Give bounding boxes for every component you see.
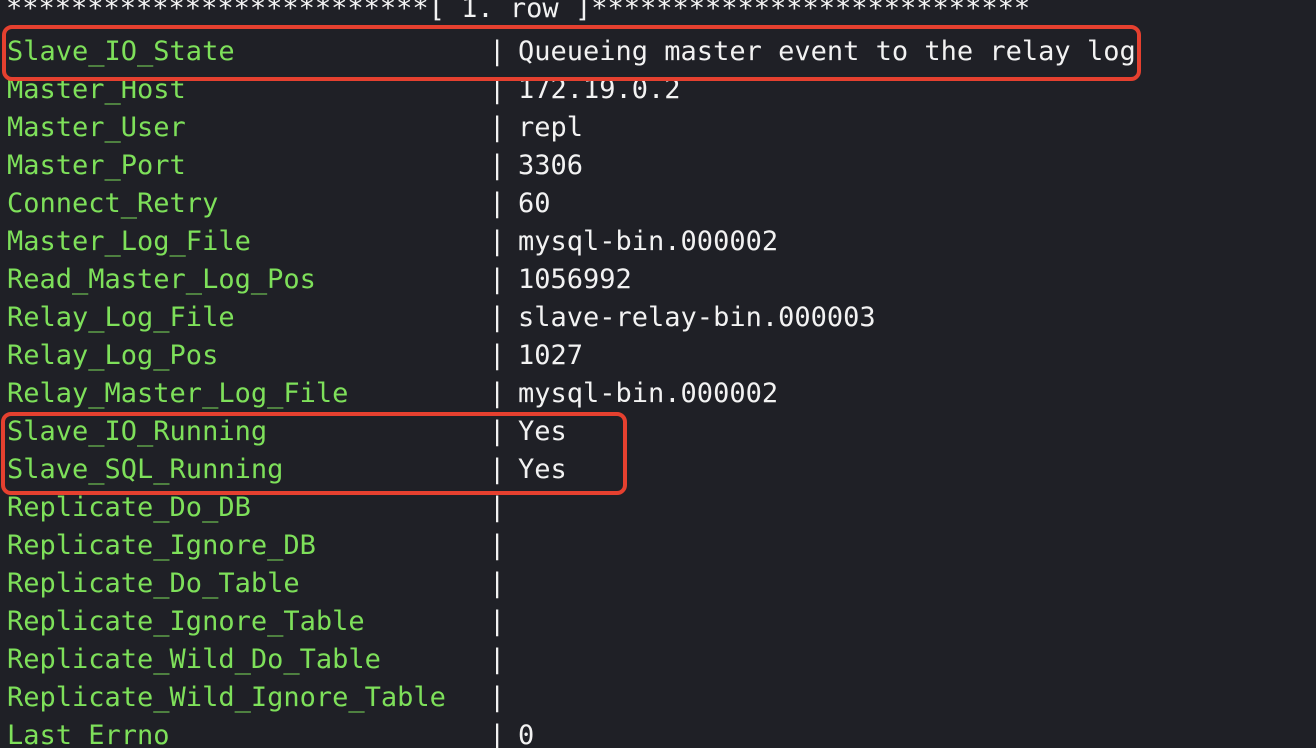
field-value: 1027 (518, 340, 584, 371)
field-value: Queueing master event to the relay log (518, 36, 1136, 67)
status-row-replicate-do-table: Replicate_Do_Table | (0, 565, 1316, 603)
field-name: Master_Port (7, 150, 186, 181)
column-separator: | (489, 530, 506, 561)
field-name: Relay_Log_File (7, 302, 235, 333)
column-separator: | (489, 226, 506, 257)
column-separator: | (489, 568, 506, 599)
status-row-last-errno: Last_Errno | 0 (0, 717, 1316, 748)
field-name: Last_Errno (7, 720, 170, 748)
column-separator: | (489, 302, 506, 333)
field-value: slave-relay-bin.000003 (518, 302, 876, 333)
status-row-replicate-wild-do-table: Replicate_Wild_Do_Table | (0, 641, 1316, 679)
status-row-master-user: Master_User | repl (0, 109, 1316, 147)
field-value: 1056992 (518, 264, 632, 295)
column-separator: | (489, 188, 506, 219)
field-name: Master_User (7, 112, 186, 143)
field-value: 172.19.0.2 (518, 74, 681, 105)
column-separator: | (489, 644, 506, 675)
field-value: mysql-bin.000002 (518, 226, 779, 257)
column-separator: | (489, 36, 506, 67)
status-row-master-log-file: Master_Log_File | mysql-bin.000002 (0, 223, 1316, 261)
field-name: Replicate_Do_Table (7, 568, 300, 599)
field-name: Replicate_Do_DB (7, 492, 251, 523)
field-name: Read_Master_Log_Pos (7, 264, 316, 295)
column-separator: | (489, 112, 506, 143)
field-value: mysql-bin.000002 (518, 378, 779, 409)
field-value: Yes (518, 454, 567, 485)
status-row-relay-log-file: Relay_Log_File | slave-relay-bin.000003 (0, 299, 1316, 337)
column-separator: | (489, 454, 506, 485)
field-value: 3306 (518, 150, 584, 181)
field-name: Replicate_Ignore_Table (7, 606, 365, 637)
field-value: Yes (518, 416, 567, 447)
status-row-master-host: Master_Host | 172.19.0.2 (0, 71, 1316, 109)
column-separator: | (489, 150, 506, 181)
field-name: Relay_Log_Pos (7, 340, 219, 371)
status-row-replicate-do-db: Replicate_Do_DB | (0, 489, 1316, 527)
field-name: Slave_IO_State (7, 36, 235, 67)
status-row-replicate-ignore-table: Replicate_Ignore_Table | (0, 603, 1316, 641)
column-separator: | (489, 74, 506, 105)
field-name: Relay_Master_Log_File (7, 378, 349, 409)
column-separator: | (489, 492, 506, 523)
status-row-read-master-log-pos: Read_Master_Log_Pos | 1056992 (0, 261, 1316, 299)
row-header: **************************[ 1. row ]****… (6, 0, 1031, 24)
field-value: repl (518, 112, 584, 143)
field-name: Slave_SQL_Running (7, 454, 284, 485)
column-separator: | (489, 606, 506, 637)
column-separator: | (489, 416, 506, 447)
column-separator: | (489, 720, 506, 748)
column-separator: | (489, 682, 506, 713)
status-row-slave-io-running: Slave_IO_Running | Yes (0, 413, 1316, 451)
field-name: Replicate_Wild_Do_Table (7, 644, 381, 675)
field-value: 0 (518, 720, 535, 748)
terminal-output: **************************[ 1. row ]****… (0, 0, 1316, 748)
status-row-master-port: Master_Port | 3306 (0, 147, 1316, 185)
status-row-slave-io-state: Slave_IO_State | Queueing master event t… (0, 33, 1316, 71)
status-row-replicate-ignore-db: Replicate_Ignore_DB | (0, 527, 1316, 565)
field-name: Replicate_Ignore_DB (7, 530, 316, 561)
field-name: Master_Log_File (7, 226, 251, 257)
status-row-connect-retry: Connect_Retry | 60 (0, 185, 1316, 223)
field-name: Master_Host (7, 74, 186, 105)
field-name: Slave_IO_Running (7, 416, 268, 447)
status-row-relay-master-log-file: Relay_Master_Log_File | mysql-bin.000002 (0, 375, 1316, 413)
field-name: Connect_Retry (7, 188, 219, 219)
field-value: 60 (518, 188, 551, 219)
status-row-relay-log-pos: Relay_Log_Pos | 1027 (0, 337, 1316, 375)
column-separator: | (489, 264, 506, 295)
field-name: Replicate_Wild_Ignore_Table (7, 682, 446, 713)
status-row-slave-sql-running: Slave_SQL_Running | Yes (0, 451, 1316, 489)
column-separator: | (489, 340, 506, 371)
column-separator: | (489, 378, 506, 409)
status-row-replicate-wild-ignore-table: Replicate_Wild_Ignore_Table | (0, 679, 1316, 717)
